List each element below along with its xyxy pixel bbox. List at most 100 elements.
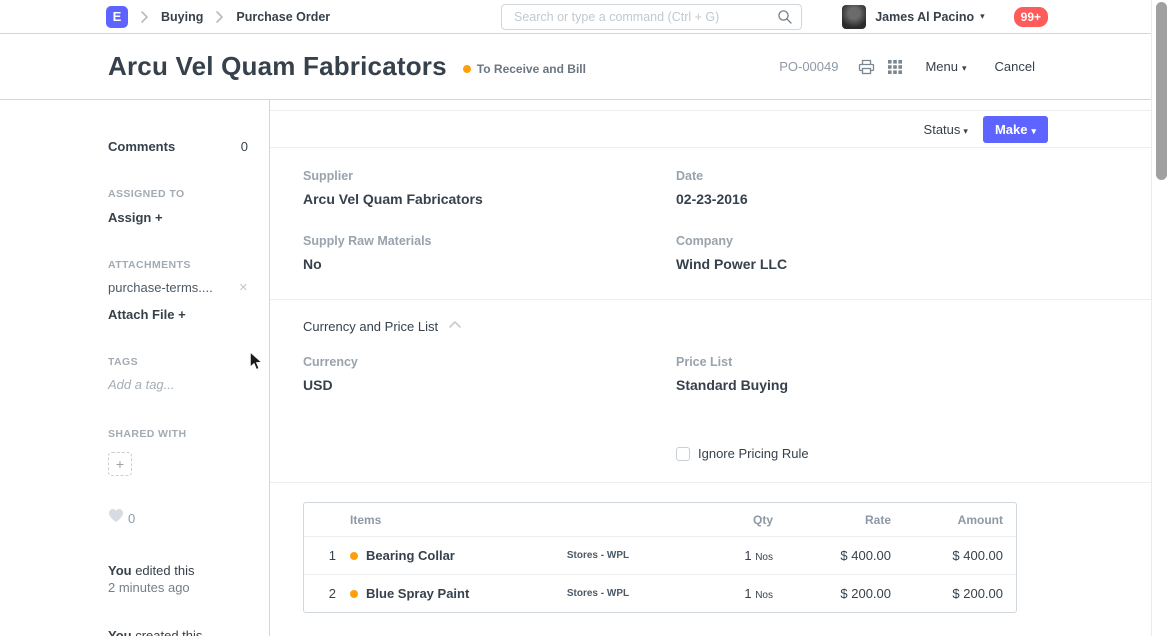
app-logo[interactable]: E	[106, 6, 128, 28]
field-label: Company	[676, 234, 1036, 248]
page-head-actions: PO-00049 Menu▾ Cancel	[779, 59, 1035, 75]
attachment-file-link[interactable]: purchase-terms....	[108, 280, 213, 295]
header-rate: Rate	[773, 513, 891, 527]
header-items: Items	[350, 513, 518, 527]
item-warehouse: Stores - WPL	[518, 588, 678, 599]
search-icon	[777, 9, 793, 30]
attachments-heading: ATTACHMENTS	[108, 259, 248, 271]
caret-down-icon: ▾	[1031, 126, 1036, 136]
status-indicator: To Receive and Bill	[463, 62, 586, 76]
remove-attachment-icon[interactable]: ✕	[239, 281, 248, 294]
field-company[interactable]: Company Wind Power LLC	[676, 234, 1036, 272]
field-supplier[interactable]: Supplier Arcu Vel Quam Fabricators	[303, 169, 676, 207]
global-search	[501, 4, 802, 30]
chevron-right-icon	[215, 10, 224, 24]
search-input[interactable]	[501, 4, 802, 30]
currency-section-toggle[interactable]: Currency and Price List	[303, 300, 1036, 335]
page-head: Arcu Vel Quam Fabricators To Receive and…	[0, 34, 1170, 100]
row-index: 1	[304, 548, 350, 563]
plus-icon: +	[178, 307, 186, 322]
user-avatar[interactable]	[842, 5, 866, 29]
comments-count: 0	[241, 139, 248, 154]
item-uom: Nos	[755, 590, 773, 601]
items-grid-header: Items Qty Rate Amount	[304, 503, 1016, 536]
grid-menu-icon[interactable]	[887, 59, 903, 75]
attach-file-button[interactable]: Attach File +	[108, 307, 248, 322]
field-value: 02-23-2016	[676, 191, 1036, 207]
navbar: E Buying Purchase Order James Al Pacino …	[0, 0, 1170, 34]
scrollbar-track[interactable]	[1151, 0, 1170, 636]
item-name: Bearing Collar	[366, 548, 455, 563]
activity-created: You created this 2 minutes ago	[108, 627, 248, 636]
section-title: Currency and Price List	[303, 319, 438, 334]
page-body: Comments 0 ASSIGNED TO Assign + ATTACHME…	[0, 100, 1170, 636]
header-amount: Amount	[891, 513, 1003, 527]
caret-down-icon: ▾	[962, 63, 967, 73]
item-name: Blue Spray Paint	[366, 586, 469, 601]
field-label: Price List	[676, 355, 1036, 369]
item-amount: $ 400.00	[891, 548, 1003, 563]
form-toolbar: Status▾ Make▾	[270, 110, 1170, 148]
breadcrumb-buying[interactable]: Buying	[161, 10, 203, 24]
section-items: Items Qty Rate Amount 1 Bearing Collar	[270, 483, 1170, 636]
field-value: USD	[303, 377, 676, 393]
notification-badge[interactable]: 99+	[1014, 7, 1048, 27]
comments-row[interactable]: Comments 0	[108, 139, 248, 154]
activity-edited: You edited this 2 minutes ago	[108, 562, 248, 596]
item-amount: $ 200.00	[891, 586, 1003, 601]
make-button[interactable]: Make▾	[983, 116, 1048, 143]
item-status-dot-icon	[350, 552, 358, 560]
heart-icon[interactable]	[108, 508, 124, 528]
doc-id: PO-00049	[779, 59, 838, 74]
item-row-2[interactable]: 2 Blue Spray Paint Stores - WPL 1 Nos $ …	[304, 574, 1016, 612]
field-value: Wind Power LLC	[676, 256, 1036, 272]
like-count: 0	[128, 511, 135, 526]
field-value: Arcu Vel Quam Fabricators	[303, 191, 676, 207]
comments-label[interactable]: Comments	[108, 139, 175, 154]
ignore-pricing-rule-checkbox[interactable]	[676, 447, 690, 461]
like-row: 0	[108, 508, 248, 528]
item-warehouse: Stores - WPL	[518, 550, 678, 561]
field-label: Supply Raw Materials	[303, 234, 676, 248]
item-rate: $ 400.00	[773, 548, 891, 563]
menu-button[interactable]: Menu▾	[925, 59, 966, 74]
scrollbar-thumb[interactable]	[1156, 2, 1167, 180]
attachment-row: purchase-terms.... ✕	[108, 280, 248, 295]
field-supply-raw-materials[interactable]: Supply Raw Materials No	[303, 234, 676, 272]
add-tag-input[interactable]: Add a tag...	[108, 377, 248, 392]
item-row-1[interactable]: 1 Bearing Collar Stores - WPL 1 Nos $ 40…	[304, 536, 1016, 574]
page-title: Arcu Vel Quam Fabricators	[108, 51, 447, 82]
row-index: 2	[304, 586, 350, 601]
ignore-pricing-rule-field[interactable]: Ignore Pricing Rule	[676, 446, 1036, 482]
status-button[interactable]: Status▾	[924, 122, 968, 137]
field-label: Supplier	[303, 169, 676, 183]
sidebar: Comments 0 ASSIGNED TO Assign + ATTACHME…	[0, 100, 270, 636]
field-currency[interactable]: Currency USD	[303, 355, 676, 393]
print-icon[interactable]	[858, 59, 875, 75]
form-area: Status▾ Make▾ Supplier Arcu Vel Quam Fab…	[270, 100, 1170, 636]
purchase-order-page: E Buying Purchase Order James Al Pacino …	[0, 0, 1170, 636]
section-main-fields: Supplier Arcu Vel Quam Fabricators Date …	[270, 148, 1170, 300]
breadcrumb-purchase-order[interactable]: Purchase Order	[236, 10, 330, 24]
caret-down-icon: ▾	[980, 12, 985, 21]
item-qty: 1	[744, 586, 751, 601]
field-date[interactable]: Date 02-23-2016	[676, 169, 1036, 207]
shared-with-heading: SHARED WITH	[108, 428, 248, 440]
field-value: Standard Buying	[676, 377, 1036, 393]
caret-down-icon: ▾	[963, 126, 968, 136]
plus-icon: +	[116, 456, 124, 472]
assigned-to-heading: ASSIGNED TO	[108, 188, 248, 200]
navbar-user-area: James Al Pacino ▾ 99+	[842, 5, 1048, 29]
user-name[interactable]: James Al Pacino	[875, 10, 974, 24]
status-label: To Receive and Bill	[477, 62, 586, 76]
field-price-list[interactable]: Price List Standard Buying	[676, 355, 1036, 393]
item-rate: $ 200.00	[773, 586, 891, 601]
cancel-button[interactable]: Cancel	[995, 59, 1035, 74]
item-uom: Nos	[755, 552, 773, 563]
chevron-up-icon	[438, 317, 462, 335]
share-add-button[interactable]: +	[108, 452, 132, 476]
field-label: Currency	[303, 355, 676, 369]
plus-icon: +	[155, 210, 163, 225]
assign-button[interactable]: Assign +	[108, 210, 248, 225]
tags-heading: TAGS	[108, 356, 248, 368]
